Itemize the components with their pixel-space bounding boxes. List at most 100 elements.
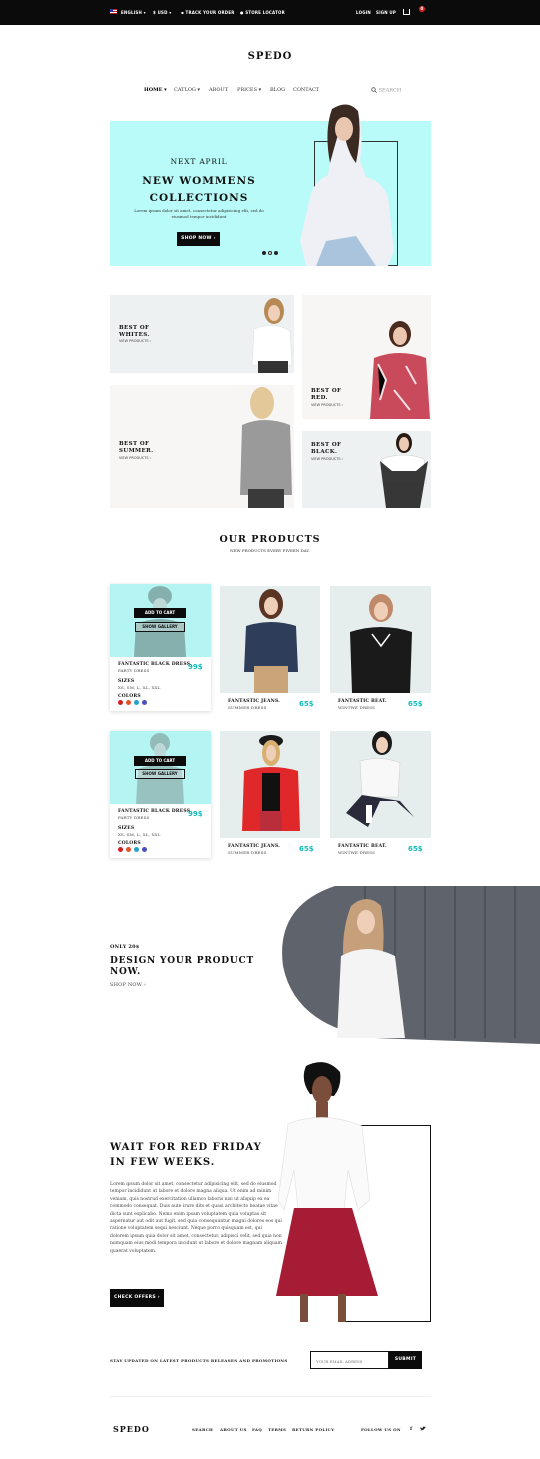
design-title: DESIGN YOUR PRODUCT NOW. xyxy=(110,956,254,977)
product-model-4 xyxy=(136,733,184,804)
cart-icon[interactable] xyxy=(403,9,410,15)
color-swatch-red[interactable] xyxy=(118,700,123,705)
footer-link-return-policy[interactable]: RETURN POLICY xyxy=(292,1427,334,1432)
login-link[interactable]: LOGIN xyxy=(356,10,371,15)
email-input[interactable]: YOUR EMAIL ADRESS xyxy=(310,1351,389,1369)
product-type: WINTWE DRESS xyxy=(338,850,376,855)
footer-link-search[interactable]: SEARCH xyxy=(192,1427,213,1432)
red-model-image xyxy=(370,321,430,419)
search-input[interactable]: SEARCH xyxy=(371,87,401,94)
footer-link-faq[interactable]: FAQ xyxy=(252,1427,262,1432)
sizes-label: SIZES xyxy=(118,826,135,831)
footer-link-terms[interactable]: TERMS xyxy=(268,1427,286,1432)
nav-prices[interactable]: PRICES ▾ xyxy=(237,87,261,93)
track-order-link[interactable]: ▪ TRACK YOUR ORDER xyxy=(181,10,235,15)
product-type: WINTWE DRESS xyxy=(338,705,376,710)
tile-black-label: BEST OF BLACK. xyxy=(311,442,342,455)
products-subtitle: NEW PRODUCTS EVERY FIVEEN DAY. xyxy=(230,548,310,553)
sizes-list: XS, SM, L, XL, XXL xyxy=(118,685,161,690)
whites-model-image xyxy=(251,298,293,373)
twitter-icon[interactable] xyxy=(420,1426,426,1431)
add-to-cart-button[interactable]: ADD TO CART xyxy=(134,608,186,618)
color-swatch-indigo[interactable] xyxy=(142,700,147,705)
tile-whites-label: BEST OF WHITES. xyxy=(119,325,150,338)
tile-whites-link[interactable]: VIEW PRODUCTS › xyxy=(119,339,151,343)
cart-count-badge: 0 xyxy=(419,6,425,12)
color-swatch-blue[interactable] xyxy=(134,700,139,705)
nav-about[interactable]: ABOUT xyxy=(209,87,228,93)
design-kicker: ONLY 20$ xyxy=(110,944,140,950)
tile-red-label: BEST OF RED. xyxy=(311,388,342,401)
top-bar: ENGLISH ▾ $ USD ▾ ▪ TRACK YOUR ORDER ● S… xyxy=(0,0,540,25)
product-type: PARTY DRESS xyxy=(118,668,150,673)
product-price: 99$ xyxy=(188,663,203,671)
design-shop-link[interactable]: SHOP NOW › xyxy=(110,982,146,988)
footer-divider xyxy=(110,1396,431,1397)
colors-label: COLORS xyxy=(118,694,141,699)
product-name[interactable]: FANTASTIC JEANS. xyxy=(228,699,280,704)
hero-kicker: NEXT APRIL xyxy=(170,157,228,166)
product-type: SUMMER DRESS xyxy=(228,705,267,710)
tile-summer-label: BEST OF SUMMER. xyxy=(119,441,154,454)
language-select[interactable]: ENGLISH ▾ xyxy=(121,10,146,15)
product-name[interactable]: FANTASTIC JEANS. xyxy=(228,844,280,849)
friday-title: WAIT FOR RED FRIDAY IN FEW WEEKS. xyxy=(110,1142,262,1168)
facebook-icon[interactable]: f xyxy=(410,1426,412,1432)
us-flag-icon xyxy=(110,9,117,14)
product-price: 99$ xyxy=(188,810,203,818)
hero-model-image xyxy=(300,104,394,266)
color-swatch-indigo[interactable] xyxy=(142,847,147,852)
product-type: SUMMER DRESS xyxy=(228,850,267,855)
product-name[interactable]: FANTASTIC BEAT. xyxy=(338,844,387,849)
friday-model-image xyxy=(276,1062,378,1322)
follow-us-label: FOLLOW US ON xyxy=(361,1427,401,1432)
hero-title: NEW WOMMENS COLLECTIONS xyxy=(142,175,256,204)
slide-dot-1[interactable] xyxy=(262,251,266,255)
product-price: 65$ xyxy=(299,845,314,853)
shop-now-button[interactable]: SHOP NOW › xyxy=(177,232,220,246)
slide-dot-2[interactable] xyxy=(268,251,272,255)
store-locator-link[interactable]: ● STORE LOCATOR xyxy=(240,10,285,15)
product-price: 65$ xyxy=(408,700,423,708)
search-icon xyxy=(371,87,377,93)
product-price: 65$ xyxy=(299,700,314,708)
products-title: OUR PRODUCTS xyxy=(219,534,321,545)
currency-select[interactable]: $ USD ▾ xyxy=(153,10,171,15)
slide-dot-3[interactable] xyxy=(274,251,278,255)
signup-link[interactable]: SIGN UP xyxy=(376,10,396,15)
nav-contact[interactable]: CONTACT xyxy=(293,87,319,93)
tile-red-link[interactable]: VIEW PRODUCTS › xyxy=(311,403,343,407)
nav-home[interactable]: HOME ▾ xyxy=(144,87,167,93)
product-name[interactable]: FANTASTIC BEAT. xyxy=(338,699,387,704)
friday-text: Lorem ipsum dolor sit amet, consectetur … xyxy=(110,1182,282,1254)
product-model-6 xyxy=(346,731,414,827)
product-model-1 xyxy=(134,586,186,657)
newsletter-text: STAY UPDATED ON LATEST PRODUCTS RELEASES… xyxy=(110,1358,288,1363)
show-gallery-button[interactable]: SHOW GALLERY xyxy=(135,622,185,632)
product-name[interactable]: FANTASTIC BLACK DRESS. xyxy=(118,662,192,667)
tile-black-link[interactable]: VIEW PRODUCTS › xyxy=(311,457,343,461)
show-gallery-button[interactable]: SHOW GALLERY xyxy=(135,769,185,779)
product-type: PARTY DRESS xyxy=(118,815,150,820)
nav-blog[interactable]: BLOG xyxy=(270,87,285,93)
hero-text: Lorem ipsum dolor sit amet, consectetur … xyxy=(134,208,264,219)
color-swatch-orange[interactable] xyxy=(126,700,131,705)
footer-link-about[interactable]: ABOUT US xyxy=(220,1427,247,1432)
product-price: 65$ xyxy=(408,845,423,853)
product-model-5 xyxy=(242,735,300,831)
add-to-cart-button[interactable]: ADD TO CART xyxy=(134,756,186,766)
check-offers-button[interactable]: CHECK OFFERS › xyxy=(110,1289,164,1307)
colors-label: COLORS xyxy=(118,841,141,846)
tile-summer-link[interactable]: VIEW PRODUCTS › xyxy=(119,456,151,460)
footer-logo[interactable]: SPEDO xyxy=(113,1424,150,1434)
submit-button[interactable]: SUBMIT xyxy=(389,1351,422,1369)
summer-model-image xyxy=(240,387,292,508)
nav-catalog[interactable]: CATLOG ▾ xyxy=(174,87,200,93)
black-model-image xyxy=(380,433,428,508)
color-swatch-blue[interactable] xyxy=(134,847,139,852)
product-name[interactable]: FANTASTIC BLACK DRESS. xyxy=(118,809,192,814)
product-model-3 xyxy=(350,594,412,693)
brand-logo[interactable]: SPEDO xyxy=(0,51,540,62)
color-swatch-red[interactable] xyxy=(118,847,123,852)
color-swatch-orange[interactable] xyxy=(126,847,131,852)
